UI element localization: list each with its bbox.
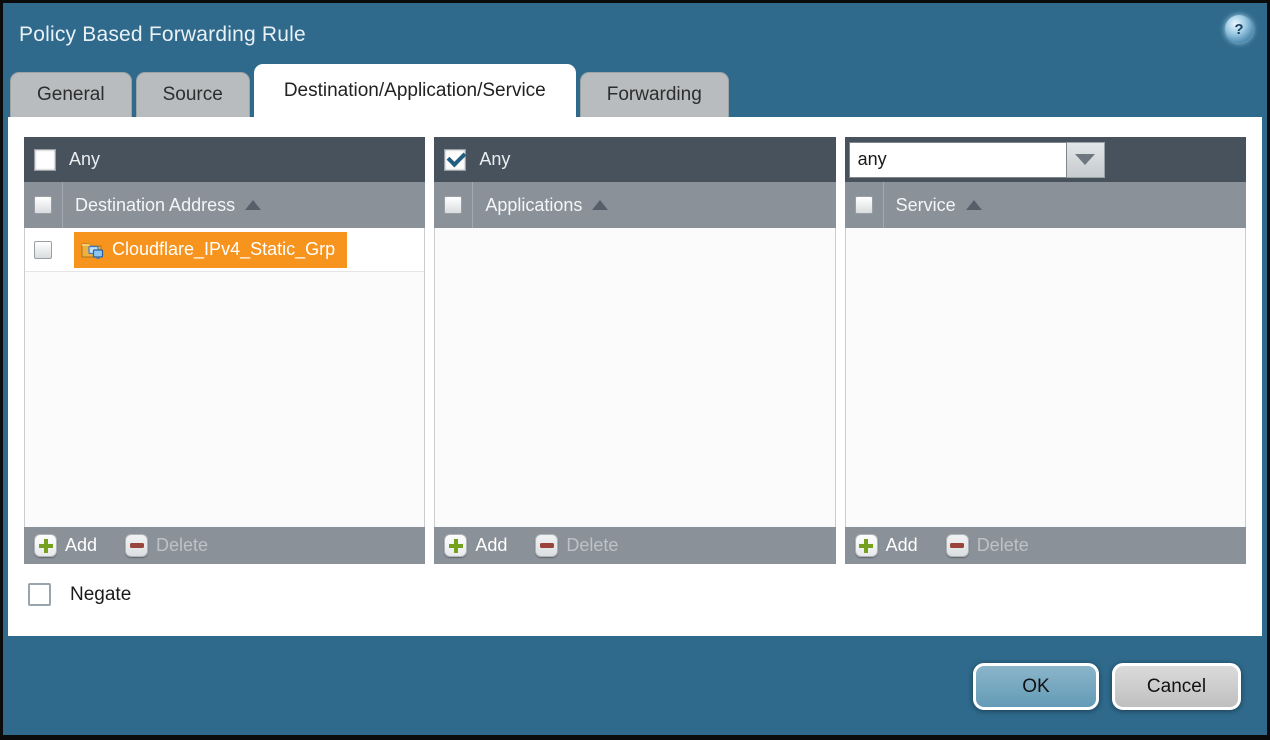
destination-any-bar: Any — [24, 137, 425, 182]
delete-minus-icon — [946, 534, 969, 557]
add-button-label: Add — [886, 535, 918, 556]
negate-label: Negate — [70, 584, 131, 606]
service-dropdown-bar — [845, 137, 1246, 182]
applications-column-header[interactable]: Applications — [434, 182, 835, 228]
delete-button-label: Delete — [977, 535, 1029, 556]
service-dropdown-button[interactable] — [1067, 142, 1105, 178]
destination-delete-button[interactable]: Delete — [125, 534, 208, 557]
help-icon[interactable] — [1225, 15, 1253, 43]
add-button-label: Add — [65, 535, 97, 556]
applications-panel: Any Applications Add — [434, 137, 835, 564]
destination-row-checkbox[interactable] — [34, 241, 52, 259]
destination-header-label: Destination Address — [75, 195, 235, 216]
applications-any-label: Any — [479, 149, 510, 170]
applications-list — [434, 228, 835, 527]
tab-content: Any Destination Address — [8, 117, 1262, 636]
tab-destination-application-service[interactable]: Destination/Application/Service — [254, 64, 576, 117]
cancel-button[interactable]: Cancel — [1112, 663, 1241, 710]
applications-header-label: Applications — [485, 195, 582, 216]
column-divider — [472, 182, 473, 228]
title-bar: Policy Based Forwarding Rule — [3, 3, 1267, 67]
destination-selectall-checkbox[interactable] — [34, 196, 52, 214]
dialog-footer: OK Cancel — [3, 636, 1267, 710]
service-delete-button[interactable]: Delete — [946, 534, 1029, 557]
service-column-header[interactable]: Service — [845, 182, 1246, 228]
service-footer: Add Delete — [845, 527, 1246, 564]
tab-forwarding-label: Forwarding — [607, 84, 702, 106]
applications-any-bar: Any — [434, 137, 835, 182]
service-dropdown — [849, 142, 1105, 178]
sort-ascending-icon — [966, 200, 982, 210]
tab-source[interactable]: Source — [136, 72, 250, 117]
ok-button-label: OK — [1022, 676, 1049, 698]
negate-row: Negate — [24, 583, 1246, 606]
negate-checkbox[interactable] — [28, 583, 51, 606]
add-plus-icon — [444, 534, 467, 557]
tab-source-label: Source — [163, 84, 223, 106]
destination-add-button[interactable]: Add — [34, 534, 97, 557]
chevron-down-icon — [1075, 154, 1095, 165]
applications-selectall-wrap — [434, 182, 472, 228]
sort-ascending-icon — [592, 200, 608, 210]
destination-list: Cloudflare_IPv4_Static_Grp — [24, 228, 425, 527]
column-divider — [62, 182, 63, 228]
applications-selectall-checkbox[interactable] — [444, 196, 462, 214]
service-panel: Service Add Delete — [845, 137, 1246, 564]
three-column-layout: Any Destination Address — [24, 137, 1246, 564]
tab-forwarding[interactable]: Forwarding — [580, 72, 729, 117]
tab-destination-label: Destination/Application/Service — [284, 80, 546, 102]
address-group-icon — [81, 240, 105, 260]
dialog-title: Policy Based Forwarding Rule — [19, 23, 306, 47]
service-header-label: Service — [896, 195, 956, 216]
destination-address-panel: Any Destination Address — [24, 137, 425, 564]
applications-any-checkbox[interactable] — [444, 149, 466, 171]
destination-any-checkbox[interactable] — [34, 149, 56, 171]
address-group-name: Cloudflare_IPv4_Static_Grp — [112, 239, 335, 260]
destination-selectall-wrap — [24, 182, 62, 228]
applications-delete-button[interactable]: Delete — [535, 534, 618, 557]
pbf-rule-dialog: Policy Based Forwarding Rule General Sou… — [0, 0, 1270, 740]
add-plus-icon — [34, 534, 57, 557]
selected-address-group-chip[interactable]: Cloudflare_IPv4_Static_Grp — [74, 232, 347, 268]
add-plus-icon — [855, 534, 878, 557]
service-dropdown-value[interactable] — [849, 142, 1067, 178]
sort-ascending-icon — [245, 200, 261, 210]
delete-minus-icon — [125, 534, 148, 557]
ok-button[interactable]: OK — [973, 663, 1099, 710]
service-selectall-wrap — [845, 182, 883, 228]
delete-button-label: Delete — [566, 535, 618, 556]
tab-general-label: General — [37, 84, 105, 106]
destination-column-header[interactable]: Destination Address — [24, 182, 425, 228]
add-button-label: Add — [475, 535, 507, 556]
applications-add-button[interactable]: Add — [444, 534, 507, 557]
column-divider — [883, 182, 884, 228]
destination-any-label: Any — [69, 149, 100, 170]
cancel-button-label: Cancel — [1147, 676, 1206, 698]
service-add-button[interactable]: Add — [855, 534, 918, 557]
service-selectall-checkbox[interactable] — [855, 196, 873, 214]
destination-list-item[interactable]: Cloudflare_IPv4_Static_Grp — [25, 228, 424, 272]
tab-general[interactable]: General — [10, 72, 132, 117]
delete-minus-icon — [535, 534, 558, 557]
destination-footer: Add Delete — [24, 527, 425, 564]
delete-button-label: Delete — [156, 535, 208, 556]
service-list — [845, 228, 1246, 527]
applications-footer: Add Delete — [434, 527, 835, 564]
tab-bar: General Source Destination/Application/S… — [3, 67, 1267, 117]
